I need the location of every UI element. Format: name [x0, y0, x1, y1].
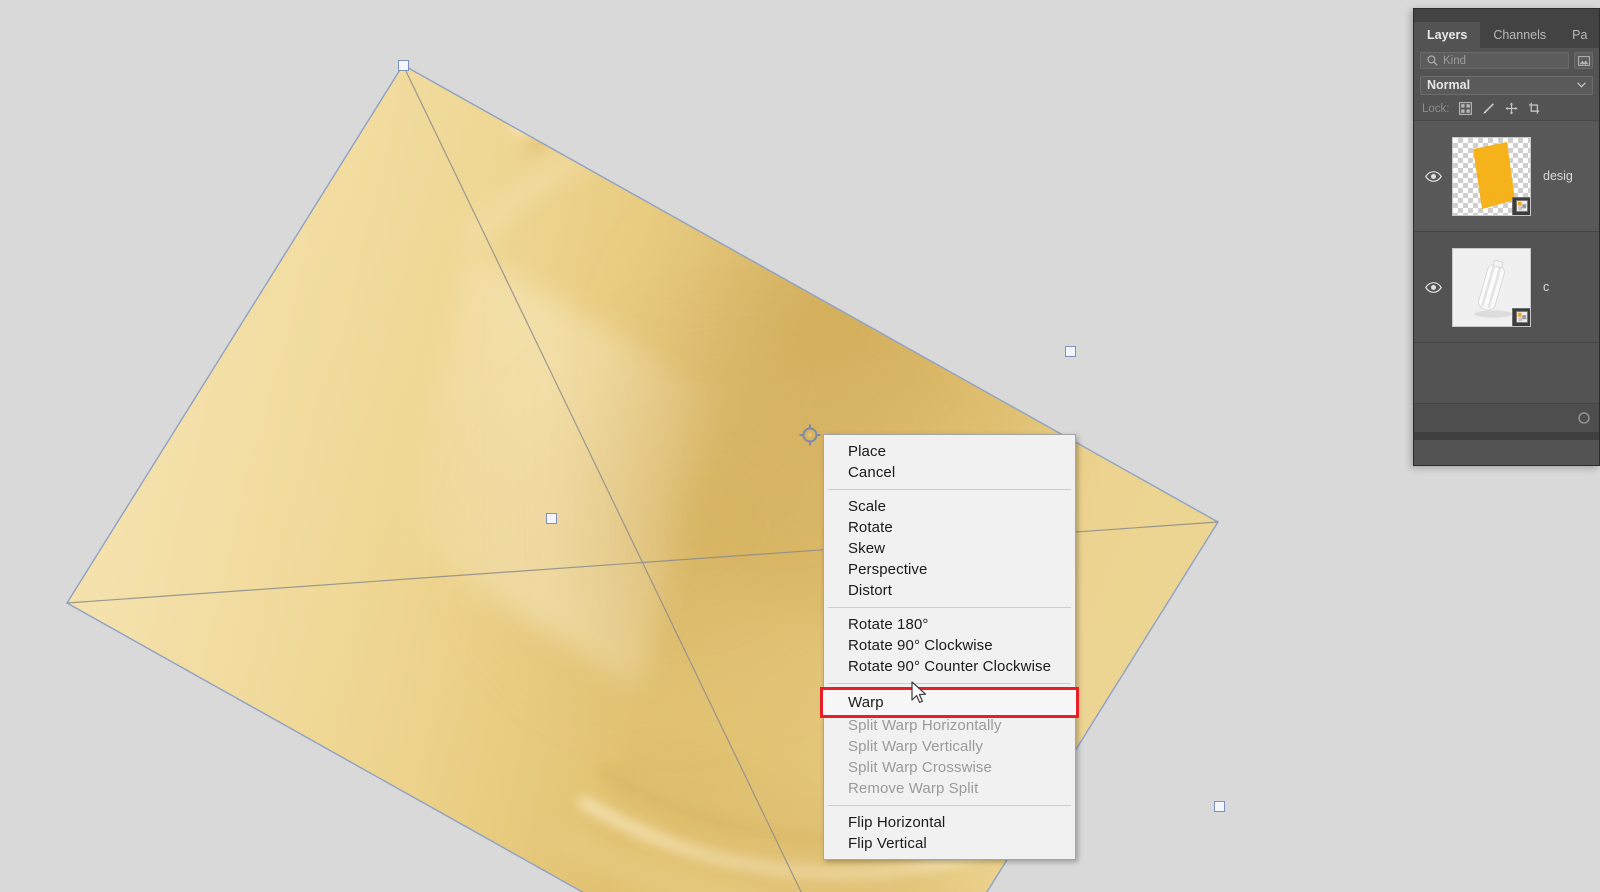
tab-paths-label: Pa [1572, 28, 1588, 42]
tab-channels-label: Channels [1493, 28, 1547, 42]
handle-top-left[interactable] [398, 60, 409, 71]
menu-item-rotate-180[interactable]: Rotate 180° [824, 614, 1075, 635]
layer-list-empty-space [1414, 343, 1599, 403]
menu-item-rotate-90-cw[interactable]: Rotate 90° Clockwise [824, 635, 1075, 656]
lock-label: Lock: [1422, 102, 1450, 115]
menu-item-scale[interactable]: Scale [824, 496, 1075, 517]
menu-item-warp[interactable]: Warp [820, 687, 1079, 718]
menu-item-place[interactable]: Place [824, 441, 1075, 462]
menu-item-split-warp-vertically: Split Warp Vertically [848, 738, 983, 755]
smart-object-icon [1515, 200, 1528, 212]
document-canvas[interactable] [0, 0, 1600, 892]
layer-visibility-toggle-design[interactable] [1414, 170, 1452, 182]
link-layers-icon[interactable] [1575, 409, 1593, 427]
handle-bottom-right[interactable] [1214, 801, 1225, 812]
layer-filter-row[interactable]: Kind [1414, 48, 1599, 73]
layers-panel-footer[interactable] [1414, 403, 1599, 432]
smart-object-badge [1512, 307, 1530, 326]
menu-separator [828, 683, 1071, 684]
photoshop-window: Place Cancel Scale Rotate Skew Perspecti… [0, 0, 1600, 892]
menu-separator [828, 489, 1071, 490]
kind-filter-label: Kind [1443, 54, 1467, 67]
handle-middle-right[interactable] [1065, 346, 1076, 357]
transform-context-menu[interactable]: Place Cancel Scale Rotate Skew Perspecti… [820, 434, 1079, 860]
search-icon [1427, 55, 1438, 66]
tab-paths[interactable]: Pa [1559, 22, 1599, 48]
layer-row-design[interactable]: desig [1414, 121, 1599, 232]
menu-separator [828, 805, 1071, 806]
lock-controls-row[interactable]: Lock: [1414, 97, 1599, 121]
blend-mode-dropdown[interactable]: Normal [1420, 75, 1593, 95]
eye-icon [1424, 281, 1442, 293]
menu-item-cancel[interactable]: Cancel [824, 462, 1075, 483]
transform-reference-point[interactable] [799, 424, 821, 446]
brush-lock-icon[interactable] [1482, 102, 1496, 116]
layer-name-bottle[interactable]: c [1531, 280, 1549, 294]
filter-image-icon-button[interactable] [1574, 52, 1593, 69]
layers-panel[interactable]: Layers Channels Pa Kind Normal Lock: des… [1413, 8, 1600, 466]
tab-channels[interactable]: Channels [1480, 22, 1560, 48]
transparency-lock-icon[interactable] [1459, 102, 1473, 116]
blend-mode-row[interactable]: Normal [1414, 73, 1599, 97]
layer-thumbnail-bottle[interactable] [1452, 247, 1531, 327]
layer-name-design[interactable]: desig [1531, 169, 1573, 183]
blend-mode-value: Normal [1427, 78, 1471, 92]
kind-filter-dropdown[interactable]: Kind [1420, 52, 1569, 69]
panel-drag-bar[interactable] [1414, 9, 1599, 22]
handle-middle-left[interactable] [546, 513, 557, 524]
menu-item-rotate-90-ccw[interactable]: Rotate 90° Counter Clockwise [824, 656, 1075, 677]
menu-item-remove-warp-split: Remove Warp Split [848, 780, 979, 797]
move-lock-icon[interactable] [1505, 102, 1519, 116]
layer-visibility-toggle-bottle[interactable] [1414, 281, 1452, 293]
menu-item-skew[interactable]: Skew [824, 538, 1075, 559]
artboard-lock-icon[interactable] [1528, 102, 1542, 116]
menu-item-flip-vertical[interactable]: Flip Vertical [824, 833, 1075, 854]
menu-item-distort[interactable]: Distort [824, 580, 1075, 601]
menu-item-split-warp-horizontally: Split Warp Horizontally [848, 717, 1002, 734]
layer-row-bottle[interactable]: c [1414, 232, 1599, 343]
panel-tab-strip[interactable]: Layers Channels Pa [1414, 22, 1599, 48]
menu-separator [828, 607, 1071, 608]
menu-item-rotate[interactable]: Rotate [824, 517, 1075, 538]
tab-layers[interactable]: Layers [1414, 22, 1481, 48]
chevron-down-icon [1577, 82, 1586, 88]
layer-thumbnail-design[interactable] [1452, 136, 1531, 216]
menu-item-perspective[interactable]: Perspective [824, 559, 1075, 580]
image-icon [1577, 55, 1590, 66]
smart-object-badge [1512, 196, 1530, 215]
eye-icon [1424, 170, 1442, 182]
menu-item-flip-horizontal[interactable]: Flip Horizontal [824, 812, 1075, 833]
artwork-artboard [66, 64, 1219, 892]
menu-item-split-warp-crosswise: Split Warp Crosswise [848, 759, 992, 776]
smart-object-icon [1515, 311, 1528, 323]
tab-layers-label: Layers [1427, 28, 1468, 42]
panel-bottom-edge [1414, 432, 1599, 440]
